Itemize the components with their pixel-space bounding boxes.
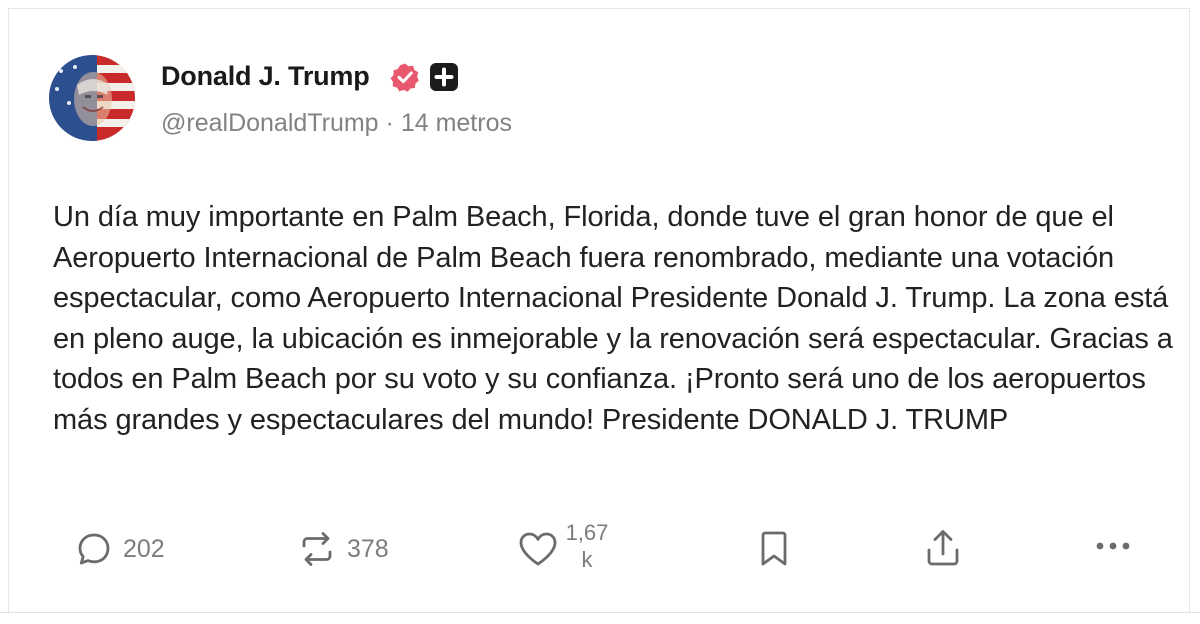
reply-button[interactable]: 202 bbox=[75, 530, 165, 568]
share-icon bbox=[927, 530, 959, 566]
avatar-flag-portrait-image bbox=[49, 55, 135, 141]
retruth-icon bbox=[302, 532, 332, 566]
like-button[interactable]: 1,67 k bbox=[517, 519, 611, 573]
author-name[interactable]: Donald J. Trump bbox=[161, 61, 370, 92]
verified-badge-icon bbox=[390, 62, 420, 92]
like-count-unit: k bbox=[581, 547, 593, 572]
bookmark-icon bbox=[761, 531, 787, 566]
post-card: Donald J. Trump @realDonaldTrump · 14 me… bbox=[8, 8, 1190, 612]
share-button[interactable] bbox=[923, 527, 963, 569]
reply-count: 202 bbox=[123, 534, 165, 563]
divider bbox=[0, 612, 1200, 613]
avatar[interactable] bbox=[49, 55, 135, 141]
heart-icon bbox=[519, 532, 557, 566]
retruth-count: 378 bbox=[347, 534, 389, 563]
author-handle[interactable]: @realDonaldTrump bbox=[161, 109, 379, 137]
meta-separator: · bbox=[378, 109, 401, 137]
like-count: 1,67 k bbox=[563, 519, 611, 573]
retruth-button[interactable]: 378 bbox=[297, 530, 389, 568]
truth-plus-icon bbox=[429, 62, 459, 92]
more-options-button[interactable] bbox=[1093, 539, 1133, 553]
author-meta: @realDonaldTrump · 14 metros bbox=[161, 109, 512, 138]
reply-icon bbox=[78, 533, 110, 565]
post-time[interactable]: 14 metros bbox=[401, 109, 512, 137]
bookmark-button[interactable] bbox=[757, 529, 791, 569]
post-body: Un día muy importante en Palm Beach, Flo… bbox=[53, 201, 1173, 436]
like-count-value: 1,67 bbox=[565, 520, 609, 545]
more-icon bbox=[1096, 542, 1130, 550]
